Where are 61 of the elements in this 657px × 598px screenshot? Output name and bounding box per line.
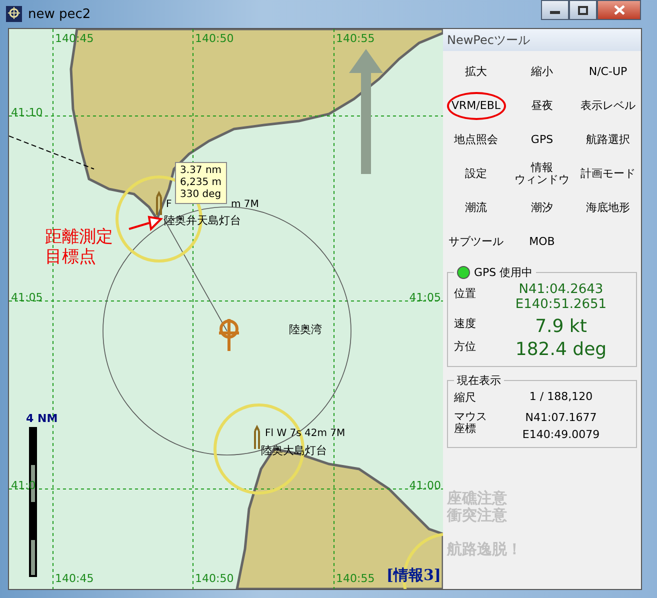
maximize-button[interactable] — [569, 0, 597, 20]
tool-button[interactable]: 拡大 — [462, 64, 490, 80]
tool-button[interactable]: N/C-UP — [586, 64, 630, 80]
field-label: マウス 座標 — [454, 411, 488, 435]
longitude-value: E140:49.0079 — [522, 428, 600, 441]
latitude-value: N41:07.1677 — [525, 411, 597, 424]
north-arrow-icon — [349, 49, 383, 174]
tool-button[interactable]: 設定 — [462, 166, 490, 182]
latitude-label: 41:05 — [409, 291, 441, 304]
longitude-label: 140:55 — [336, 572, 375, 585]
tool-button[interactable]: 情報 ウィンドウ — [512, 160, 572, 188]
tool-button[interactable]: 計画モード — [578, 166, 638, 182]
tool-button[interactable]: 潮汐 — [528, 200, 556, 216]
field-label: 速度 — [454, 316, 477, 331]
latitude-label: 41:00 — [409, 479, 441, 492]
place-label: 陸奥湾 — [289, 322, 322, 337]
longitude-value: E140:51.2651 — [515, 297, 607, 312]
speed-value: 7.9 kt — [535, 316, 587, 337]
tool-button[interactable]: MOB — [526, 234, 558, 250]
light-characteristic-label: m 7M — [231, 199, 259, 210]
longitude-label: 140:45 — [55, 572, 94, 585]
field-label: 縮尺 — [454, 390, 477, 405]
field-label: 方位 — [454, 339, 477, 354]
lighthouse-icon — [254, 424, 260, 450]
group-title: 現在表示 — [457, 373, 501, 388]
tool-button[interactable]: GPS — [528, 132, 556, 148]
latitude-label: 41:10 — [11, 106, 43, 119]
lighthouse-icon — [156, 190, 162, 216]
tool-button[interactable]: 縮小 — [528, 64, 556, 80]
scale-label: 4 NM — [26, 412, 58, 425]
tool-button[interactable]: VRM/EBL — [446, 92, 506, 120]
field-label: 位置 — [454, 286, 477, 301]
scale-value: 1 / 188,120 — [529, 390, 593, 403]
close-icon — [614, 5, 624, 15]
heading-value: 182.4 deg — [515, 339, 607, 360]
minimize-button[interactable] — [541, 0, 569, 20]
panel-title: NewPecツール — [443, 29, 641, 51]
latitude-label: 41:05 — [11, 291, 43, 304]
pointer-arrow-icon — [128, 216, 164, 232]
info-label: [情報3] — [386, 566, 441, 585]
tool-button[interactable]: 地点照会 — [451, 132, 501, 148]
longitude-label: 140:50 — [195, 572, 234, 585]
measurement-tooltip: 3.37 nm 6,235 m 330 deg — [175, 162, 227, 204]
ship-icon — [219, 319, 239, 351]
window-title: new pec2 — [28, 6, 91, 22]
light-characteristic-label: F — [166, 199, 172, 210]
tool-button[interactable]: 海底地形 — [583, 200, 633, 216]
light-characteristic-label: Fl W 7s 42m 7M — [265, 428, 346, 439]
longitude-label: 140:55 — [336, 32, 375, 45]
tool-button[interactable]: サブツール — [446, 234, 506, 250]
tool-button[interactable]: 潮流 — [462, 200, 490, 216]
group-title: GPS 使用中 — [474, 265, 533, 280]
maximize-icon — [578, 6, 588, 14]
latitude-value: N41:04.2643 — [518, 282, 604, 297]
longitude-label: 140:50 — [195, 32, 234, 45]
tool-button[interactable]: 航路選択 — [583, 132, 633, 148]
tool-button[interactable]: 表示レベル — [578, 98, 638, 114]
tool-button[interactable]: 昼夜 — [528, 98, 556, 114]
close-button[interactable] — [597, 0, 641, 20]
app-icon — [6, 6, 22, 22]
annotation-text: 距離測定 目標点 — [45, 227, 113, 267]
